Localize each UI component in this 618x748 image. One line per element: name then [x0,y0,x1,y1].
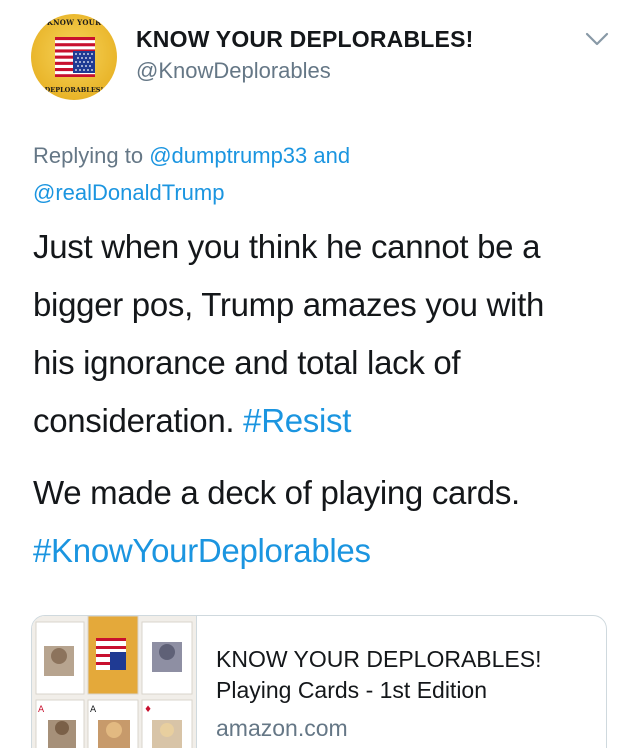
reply-context-line-2: @realDonaldTrump [33,180,224,206]
avatar-logo-text-bottom: DEPLORABLES! [44,86,104,94]
author-handle[interactable]: @KnowDeplorables [136,58,331,84]
tweet-text-line: consideration. #Resist [33,402,351,440]
hashtag-resist[interactable]: #Resist [243,402,351,439]
author-display-name[interactable]: KNOW YOUR DEPLORABLES! [136,26,474,53]
avatar-logo-text-top: KNOW YOUR [46,18,102,27]
link-preview-thumbnail: A A ♦ [32,616,197,748]
reply-conjunction: and [313,143,351,168]
tweet-text-line: bigger pos, Trump amazes you with [33,286,545,323]
tweet-text-line: his ignorance and total lack of [33,344,461,381]
svg-text:A: A [38,705,45,715]
link-preview-title: KNOW YOUR DEPLORABLES! [216,646,542,672]
reply-mention-realdonaldtrump[interactable]: @realDonaldTrump [33,180,224,205]
tweet-text-line: Just when you think he cannot be a [33,228,541,265]
link-preview-domain: amazon.com [216,715,348,741]
profile-avatar[interactable]: KNOW YOUR DEPLORABLES! [31,14,117,100]
svg-text:A: A [90,705,97,715]
link-preview-subtitle: Playing Cards - 1st Edition [216,677,488,703]
tweet-text-line: #KnowYourDeplorables [33,532,371,570]
reply-prefix: Replying to [33,143,144,168]
hashtag-knowyourdeplorables[interactable]: #KnowYourDeplorables [33,532,371,569]
playing-cards-image: A A ♦ [32,616,196,748]
chevron-down-icon[interactable] [584,30,610,48]
tweet: KNOW YOUR DEPLORABLES! KNOW YOUR DEPLORA… [0,0,618,748]
tweet-text-fragment: consideration. [33,402,235,439]
reply-context: Replying to @dumptrump33 and [33,143,350,169]
american-flag-icon [55,37,95,77]
svg-text:♦: ♦ [144,705,152,715]
link-preview-card[interactable]: A A ♦ KNOW YOUR DEPLORABLES! Playing Car… [31,615,607,748]
reply-mention-dumptrump33[interactable]: @dumptrump33 [149,143,307,168]
tweet-text-line: We made a deck of playing cards. [33,474,520,511]
